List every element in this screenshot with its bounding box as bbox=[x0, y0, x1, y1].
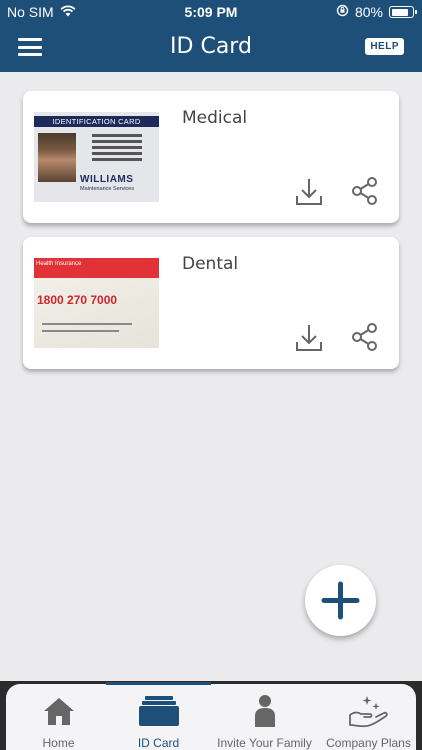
id-card-medical[interactable]: IDENTIFICATION CARD WILLIAMS Maintenance… bbox=[23, 91, 399, 223]
battery-percent: 80% bbox=[354, 4, 383, 20]
download-button[interactable] bbox=[294, 320, 324, 354]
id-card-icon bbox=[106, 694, 211, 728]
tab-label: Invite Your Family bbox=[217, 736, 312, 750]
status-bar: No SIM 5:09 PM 80% bbox=[0, 0, 422, 24]
download-button[interactable] bbox=[294, 174, 324, 208]
id-photo bbox=[38, 133, 76, 182]
hand-sparkle-icon bbox=[316, 694, 421, 728]
add-card-button[interactable] bbox=[305, 565, 376, 636]
bottom-tab-bar: Home ID Card Invite Your Family Company … bbox=[0, 681, 422, 750]
app-header: ID Card HELP bbox=[0, 24, 422, 72]
download-icon bbox=[296, 325, 322, 351]
id-brand: WILLIAMS bbox=[80, 174, 134, 185]
help-button[interactable]: HELP bbox=[365, 38, 404, 55]
id-card-image: IDENTIFICATION CARD WILLIAMS Maintenance… bbox=[34, 112, 159, 202]
battery-icon bbox=[389, 6, 417, 18]
status-right: 80% bbox=[336, 4, 417, 20]
tab-label: ID Card bbox=[137, 736, 180, 750]
card-thumbnail-dental[interactable]: Health Insurance 1800 270 7000 bbox=[34, 258, 159, 348]
card-label: Dental bbox=[182, 254, 239, 274]
page-title: ID Card bbox=[170, 34, 252, 59]
tab-company-plans[interactable]: Company Plans bbox=[316, 684, 421, 750]
download-icon bbox=[296, 179, 322, 205]
home-icon bbox=[6, 694, 111, 728]
dental-card-image: Health Insurance 1800 270 7000 bbox=[34, 258, 159, 348]
id-text-lines bbox=[92, 134, 154, 164]
card-label: Medical bbox=[182, 108, 248, 128]
orientation-lock-icon bbox=[336, 4, 349, 20]
id-card-dental[interactable]: Health Insurance 1800 270 7000 Dental bbox=[23, 237, 399, 369]
tab-id-card[interactable]: ID Card bbox=[106, 682, 211, 750]
tab-label: Company Plans bbox=[326, 736, 411, 750]
tab-label: Home bbox=[42, 736, 75, 750]
card-thumbnail-medical[interactable]: IDENTIFICATION CARD WILLIAMS Maintenance… bbox=[34, 112, 159, 202]
dental-text-lines bbox=[42, 323, 132, 337]
share-button[interactable] bbox=[350, 320, 380, 354]
plus-icon bbox=[321, 581, 360, 620]
tab-invite-family[interactable]: Invite Your Family bbox=[212, 684, 317, 750]
share-icon bbox=[352, 177, 377, 205]
share-icon bbox=[352, 323, 377, 351]
share-button[interactable] bbox=[350, 174, 380, 208]
person-icon bbox=[212, 694, 317, 728]
dental-phone: 1800 270 7000 bbox=[37, 293, 118, 307]
tab-bar-panel: Home ID Card Invite Your Family Company … bbox=[6, 682, 416, 750]
dental-image-header: Health Insurance bbox=[34, 258, 159, 278]
tab-home[interactable]: Home bbox=[6, 684, 111, 750]
active-tab-indicator bbox=[106, 682, 211, 685]
id-image-header: IDENTIFICATION CARD bbox=[34, 116, 159, 127]
id-brand-subtitle: Maintenance Services bbox=[80, 186, 135, 192]
battery-fill bbox=[391, 8, 408, 16]
